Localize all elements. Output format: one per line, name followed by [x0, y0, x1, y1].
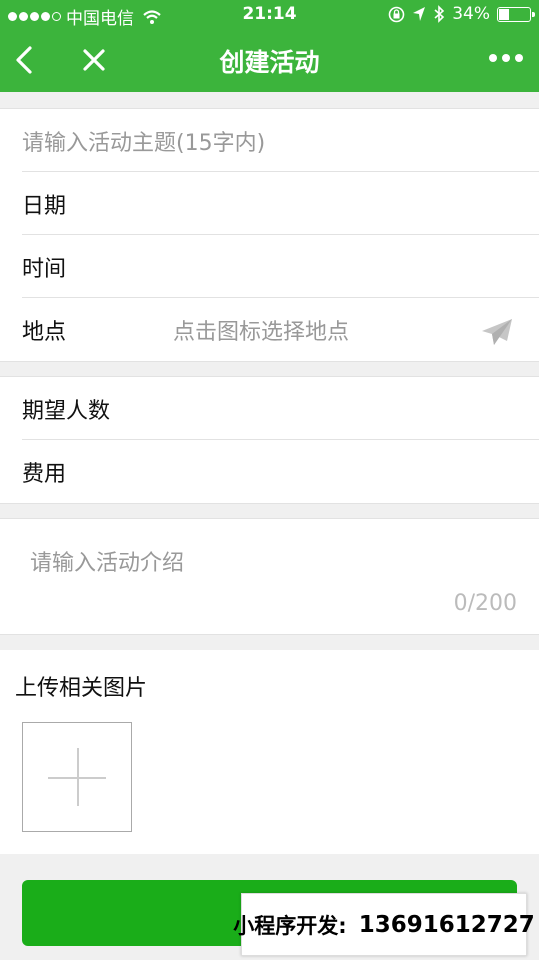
form-group-basic: 请输入活动主题(15字内) 日期 时间 地点 点击图标选择地点: [0, 108, 539, 362]
date-label: 日期: [22, 194, 67, 219]
navigation-bar: 创建活动: [0, 30, 539, 92]
plus-icon-vertical: [77, 748, 79, 806]
upload-section: 上传相关图片: [0, 650, 539, 854]
watermark-text: 小程序开发:: [233, 913, 347, 938]
topic-input-row[interactable]: 请输入活动主题(15字内): [22, 109, 539, 172]
battery-icon: [497, 6, 535, 22]
watermark-banner: 小程序开发: 13691612727: [233, 893, 535, 956]
location-arrow-icon: [413, 7, 426, 21]
upload-label: 上传相关图片: [15, 676, 148, 701]
bluetooth-icon: [434, 5, 445, 23]
more-dot: [489, 54, 497, 62]
date-picker-row[interactable]: 日期: [22, 172, 539, 235]
location-row[interactable]: 地点 点击图标选择地点: [22, 298, 539, 361]
people-count-label: 期望人数: [22, 399, 111, 424]
people-count-row[interactable]: 期望人数: [22, 377, 539, 440]
paper-plane-icon[interactable]: [481, 318, 513, 346]
page-title: 创建活动: [219, 48, 320, 77]
rotation-lock-icon: [388, 6, 405, 22]
status-right: 34%: [388, 4, 535, 24]
watermark-phone: 13691612727: [358, 911, 535, 938]
time-picker-row[interactable]: 时间: [22, 235, 539, 298]
more-dot: [502, 54, 510, 62]
status-bar: 中国电信 21:14 34%: [0, 0, 539, 30]
battery-fill: [499, 8, 509, 20]
cost-row[interactable]: 费用: [22, 440, 539, 503]
more-dots-icon[interactable]: [489, 54, 523, 62]
intro-textarea[interactable]: 请输入活动介绍 0/200: [0, 518, 539, 635]
time-label: 时间: [22, 257, 67, 282]
intro-char-count: 0/200: [453, 591, 517, 616]
location-label: 地点: [22, 320, 67, 345]
battery-tip: [532, 11, 535, 17]
intro-placeholder: 请输入活动介绍: [30, 551, 185, 576]
topic-input[interactable]: 请输入活动主题(15字内): [22, 125, 265, 157]
location-placeholder: 点击图标选择地点: [173, 320, 350, 345]
battery-percent: 34%: [452, 4, 490, 24]
upload-image-button[interactable]: [22, 722, 132, 832]
form-group-extra: 期望人数 费用: [0, 376, 539, 504]
more-dot: [515, 54, 523, 62]
cost-label: 费用: [22, 462, 67, 487]
